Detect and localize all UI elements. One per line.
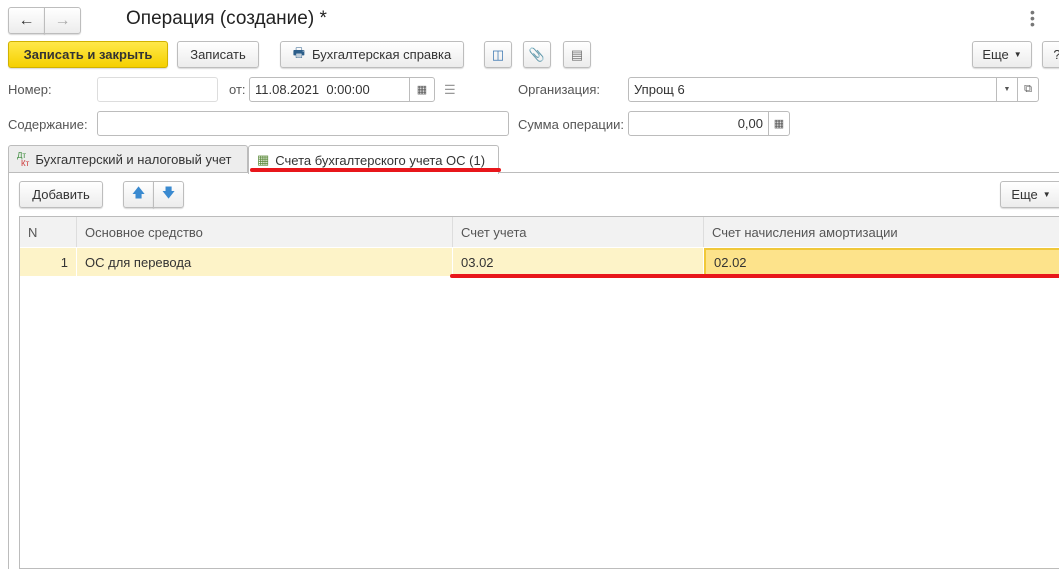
content-input[interactable]	[97, 111, 509, 136]
more-button[interactable]: Еще ▼	[972, 41, 1032, 68]
chevron-down-icon: ▼	[1042, 190, 1051, 199]
help-button[interactable]: ?	[1042, 41, 1059, 68]
column-header-asset[interactable]: Основное средство	[77, 217, 453, 247]
cell-n[interactable]: 1	[20, 248, 77, 276]
tab-accounting-tax[interactable]: Дт Кт Бухгалтерский и налоговый учет	[8, 145, 248, 173]
column-header-depreciation-account[interactable]: Счет начисления амортизации	[704, 217, 1059, 247]
debit-credit-icon: Дт Кт	[17, 150, 30, 168]
number-label: Номер:	[8, 82, 52, 97]
add-button[interactable]: Добавить	[19, 181, 103, 208]
printer-icon: 🖶	[292, 44, 306, 60]
organization-input[interactable]: Упрощ 6 ▼ ⧉	[628, 77, 1039, 102]
report-button[interactable]: 🖶 Бухгалтерская справка	[280, 41, 464, 68]
sum-input[interactable]: 0,00 ▦	[628, 111, 790, 136]
sum-label: Сумма операции:	[518, 117, 624, 132]
attachment-icon[interactable]: 📎	[523, 41, 551, 68]
move-down-button[interactable]: 🡇	[153, 181, 184, 208]
table-icon: ▦	[257, 152, 270, 167]
save-button[interactable]: Записать	[177, 41, 259, 68]
open-icon[interactable]: ⧉	[1017, 78, 1038, 101]
calendar-icon[interactable]: ▦	[409, 78, 434, 101]
list-icon[interactable]: ▤	[563, 41, 591, 68]
dropdown-icon[interactable]: ▼	[996, 78, 1017, 101]
kebab-menu-icon[interactable]: • • •	[1030, 5, 1035, 31]
date-label: от:	[229, 82, 246, 97]
organization-label: Организация:	[518, 82, 601, 97]
column-header-n[interactable]: N	[20, 217, 77, 247]
chevron-down-icon: ▼	[1013, 50, 1022, 59]
cell-asset[interactable]: ОС для перевода	[77, 248, 453, 276]
table-more-button[interactable]: Еще ▼	[1000, 181, 1059, 208]
back-button[interactable]: ←	[8, 7, 45, 34]
page-title: Операция (создание) *	[126, 8, 327, 29]
number-input[interactable]	[97, 77, 218, 102]
comment-icon[interactable]: ☰	[444, 82, 456, 98]
structure-icon[interactable]: ◫	[484, 41, 512, 68]
row-highlight-underline	[450, 274, 1059, 278]
calculator-icon[interactable]: ▦	[768, 112, 789, 135]
date-input[interactable]: 11.08.2021 0:00:00 ▦	[249, 77, 435, 102]
save-and-close-button[interactable]: Записать и закрыть	[8, 41, 168, 68]
tab-highlight-underline	[250, 168, 501, 172]
cell-depreciation-account[interactable]: 02.02	[704, 248, 1059, 276]
content-label: Содержание:	[8, 117, 88, 132]
forward-button[interactable]: →	[44, 7, 81, 34]
column-header-account[interactable]: Счет учета	[453, 217, 704, 247]
cell-account[interactable]: 03.02	[453, 248, 704, 276]
move-up-button[interactable]: 🡅	[123, 181, 154, 208]
